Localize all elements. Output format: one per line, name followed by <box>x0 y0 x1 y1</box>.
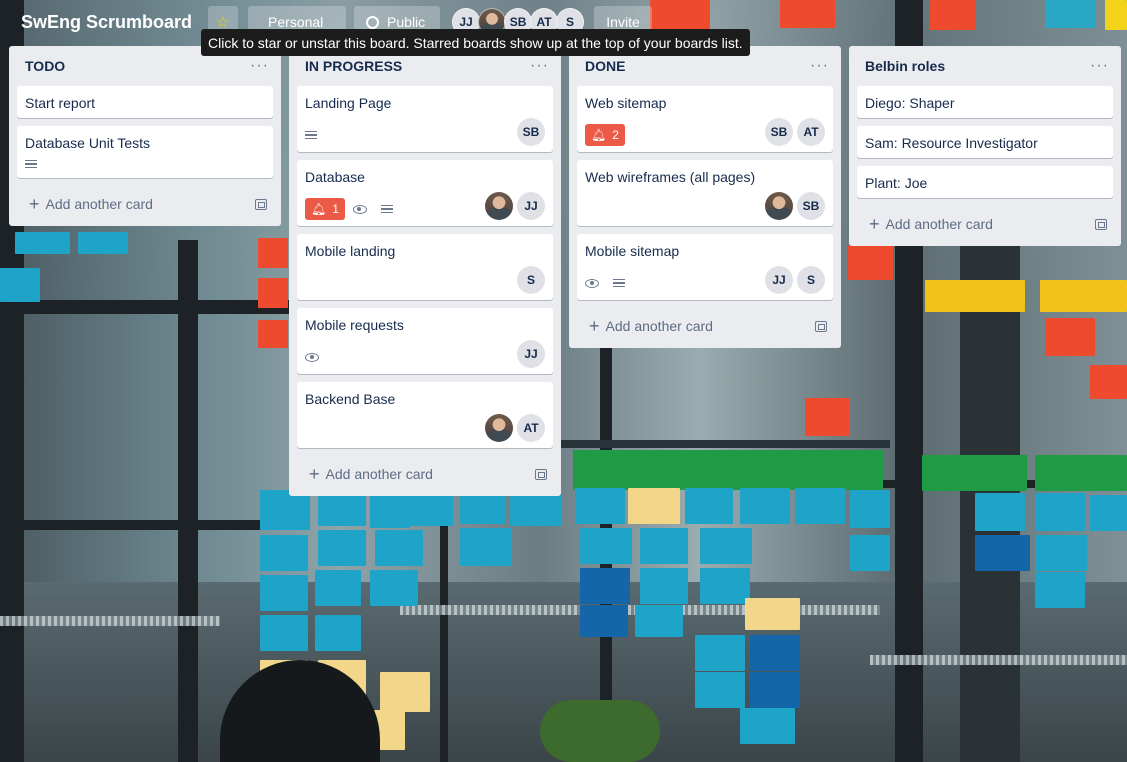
card-template-icon[interactable] <box>815 320 827 332</box>
due-date-badge[interactable]: 🔔︎ 1 <box>305 198 345 220</box>
card-title: Mobile requests <box>305 317 404 333</box>
card-title: Plant: Joe <box>865 175 928 191</box>
card[interactable]: Sam: Resource Investigator <box>857 126 1113 158</box>
card-member-avatar[interactable]: JJ <box>517 340 545 368</box>
card-member-avatar[interactable]: S <box>517 266 545 294</box>
due-count: 1 <box>332 202 339 216</box>
list-menu-icon[interactable]: ··· <box>1090 58 1113 74</box>
list-menu-icon[interactable]: ··· <box>530 58 553 74</box>
card-title: Start report <box>25 95 96 111</box>
card-title: Web sitemap <box>585 95 667 111</box>
board-title[interactable]: SwEng Scrumboard <box>21 12 192 33</box>
card-member-avatar[interactable]: SB <box>517 118 545 146</box>
card[interactable]: Diego: Shaper <box>857 86 1113 118</box>
card-member-avatar-photo[interactable] <box>485 192 513 220</box>
card[interactable]: Start report <box>17 86 273 118</box>
globe-icon <box>366 15 380 29</box>
list-title[interactable]: TODO <box>25 58 65 74</box>
list-belbin-roles: Belbin roles ··· Diego: Shaper Sam: Reso… <box>849 46 1121 246</box>
description-icon <box>25 159 37 169</box>
card-title: Sam: Resource Investigator <box>865 135 1038 151</box>
card-member-avatar[interactable]: SB <box>765 118 793 146</box>
card-member-avatar[interactable]: JJ <box>765 266 793 294</box>
add-card-label: Add another card <box>45 196 153 212</box>
card[interactable]: Backend Base AT <box>297 382 553 448</box>
card-member-avatar-photo[interactable] <box>485 414 513 442</box>
add-card-label: Add another card <box>885 216 993 232</box>
card-title: Mobile sitemap <box>585 243 680 259</box>
watch-icon <box>352 204 367 214</box>
bell-icon: 🔔︎ <box>591 128 607 142</box>
plus-icon: + <box>29 194 40 214</box>
add-card-button[interactable]: + Add another card <box>297 456 553 492</box>
card[interactable]: Web sitemap 🔔︎ 2 SB AT <box>577 86 833 152</box>
list-menu-icon[interactable]: ··· <box>250 58 273 74</box>
card-template-icon[interactable] <box>535 468 547 480</box>
card-member-avatar[interactable]: AT <box>517 414 545 442</box>
list-todo: TODO ··· Start report Database Unit Test… <box>9 46 281 226</box>
description-icon <box>613 278 625 288</box>
card-title: Landing Page <box>305 95 392 111</box>
list-done: DONE ··· Web sitemap 🔔︎ 2 SB AT Web wiref… <box>569 46 841 348</box>
add-card-button[interactable]: + Add another card <box>577 308 833 344</box>
list-in-progress: IN PROGRESS ··· Landing Page SB Database… <box>289 46 561 496</box>
plus-icon: + <box>589 316 600 336</box>
add-card-button[interactable]: + Add another card <box>17 186 273 222</box>
due-date-badge[interactable]: 🔔︎ 2 <box>585 124 625 146</box>
add-card-label: Add another card <box>325 466 433 482</box>
add-card-button[interactable]: + Add another card <box>857 206 1113 242</box>
bell-icon: 🔔︎ <box>311 202 327 216</box>
watch-icon <box>305 352 319 362</box>
list-title[interactable]: IN PROGRESS <box>305 58 402 74</box>
card-member-avatar-photo[interactable] <box>765 192 793 220</box>
list-title[interactable]: DONE <box>585 58 625 74</box>
plus-icon: + <box>309 464 320 484</box>
card[interactable]: Mobile requests JJ <box>297 308 553 374</box>
card[interactable]: Mobile sitemap JJ S <box>577 234 833 300</box>
card-title: Mobile landing <box>305 243 396 259</box>
card[interactable]: Plant: Joe <box>857 166 1113 198</box>
card-member-avatar[interactable]: S <box>797 266 825 294</box>
card-member-avatar[interactable]: JJ <box>517 192 545 220</box>
description-icon <box>305 130 317 140</box>
card-member-avatar[interactable]: AT <box>797 118 825 146</box>
watch-icon <box>585 278 599 288</box>
card-template-icon[interactable] <box>1095 218 1107 230</box>
card-title: Diego: Shaper <box>865 95 955 111</box>
visibility-label: Public <box>387 14 426 30</box>
star-tooltip: Click to star or unstar this board. Star… <box>201 29 750 56</box>
card[interactable]: Landing Page SB <box>297 86 553 152</box>
card-title: Web wireframes (all pages) <box>585 169 756 185</box>
card-template-icon[interactable] <box>255 198 267 210</box>
list-title[interactable]: Belbin roles <box>865 58 945 74</box>
card-member-avatar[interactable]: SB <box>797 192 825 220</box>
due-count: 2 <box>612 128 619 142</box>
add-card-label: Add another card <box>605 318 713 334</box>
card[interactable]: Database 🔔︎ 1 JJ <box>297 160 553 226</box>
plus-icon: + <box>869 214 880 234</box>
card[interactable]: Mobile landing S <box>297 234 553 300</box>
card-title: Database Unit Tests <box>25 135 151 151</box>
list-menu-icon[interactable]: ··· <box>810 58 833 74</box>
card-title: Backend Base <box>305 391 396 407</box>
card[interactable]: Web wireframes (all pages) SB <box>577 160 833 226</box>
card-title: Database <box>305 169 365 185</box>
description-icon <box>380 204 393 214</box>
card[interactable]: Database Unit Tests <box>17 126 273 178</box>
